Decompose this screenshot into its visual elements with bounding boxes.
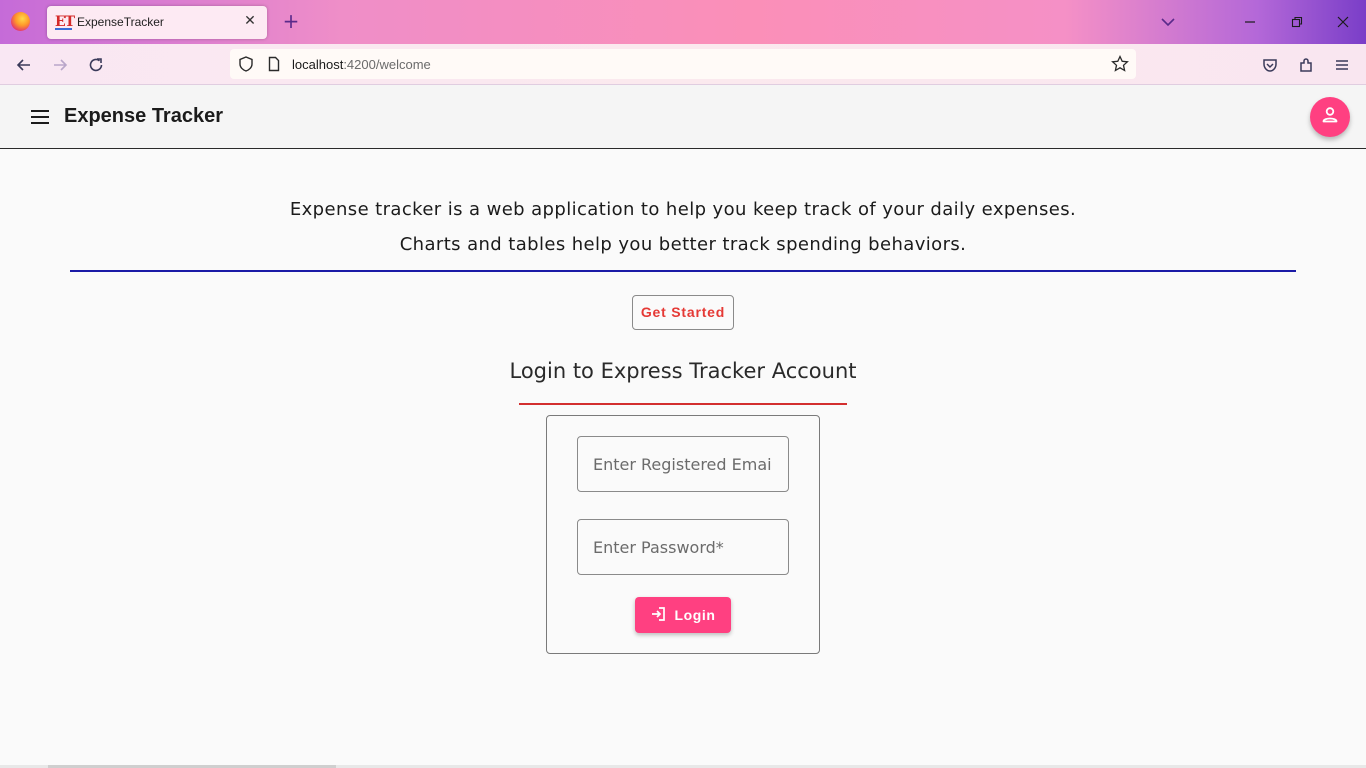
intro-text: Expense tracker is a web application to … xyxy=(0,196,1366,266)
email-field[interactable] xyxy=(577,436,789,492)
divider-blue xyxy=(70,270,1296,272)
person-icon xyxy=(1320,105,1340,129)
page-icon[interactable] xyxy=(264,54,284,78)
close-icon[interactable] xyxy=(1333,12,1353,32)
login-label: Login xyxy=(674,607,716,623)
firefox-icon[interactable] xyxy=(11,12,30,31)
url-text[interactable]: localhost:4200/welcome xyxy=(292,57,431,72)
tab-title: ExpenseTracker xyxy=(77,15,164,29)
pocket-icon[interactable] xyxy=(1258,53,1282,77)
get-started-button[interactable]: Get Started xyxy=(632,295,734,330)
app-title: Expense Tracker xyxy=(64,105,223,127)
email-input[interactable] xyxy=(578,437,788,491)
url-host: localhost xyxy=(292,57,344,72)
browser-nav-bar: localhost:4200/welcome xyxy=(0,44,1366,85)
intro-line-2: Charts and tables help you better track … xyxy=(399,234,967,255)
divider-red xyxy=(519,403,847,405)
star-icon[interactable] xyxy=(1110,54,1130,78)
password-field[interactable] xyxy=(577,519,789,575)
browser-tab[interactable]: ET ExpenseTracker ✕ xyxy=(47,6,267,39)
account-button[interactable] xyxy=(1310,97,1350,137)
menu-icon[interactable] xyxy=(1330,53,1354,77)
url-path: :4200/welcome xyxy=(343,57,431,72)
password-input[interactable] xyxy=(578,520,788,574)
hamburger-menu-icon[interactable] xyxy=(28,105,52,129)
minimize-icon[interactable] xyxy=(1240,12,1260,32)
tab-favicon: ET xyxy=(55,14,75,30)
close-tab-icon[interactable]: ✕ xyxy=(241,12,259,30)
shield-icon[interactable] xyxy=(236,54,256,78)
list-all-tabs-icon[interactable] xyxy=(1158,12,1178,32)
restore-icon[interactable] xyxy=(1287,12,1307,32)
url-bar[interactable]: localhost:4200/welcome xyxy=(230,49,1136,79)
back-icon[interactable] xyxy=(12,53,36,77)
extensions-icon[interactable] xyxy=(1294,53,1318,77)
browser-tab-bar: ET ExpenseTracker ✕ + xyxy=(0,0,1366,44)
login-icon xyxy=(650,606,666,625)
new-tab-button[interactable]: + xyxy=(280,10,302,32)
reload-icon[interactable] xyxy=(84,53,108,77)
intro-line-1: Expense tracker is a web application to … xyxy=(289,199,1077,220)
login-button[interactable]: Login xyxy=(635,597,731,633)
login-heading: Login to Express Tracker Account xyxy=(509,359,857,383)
forward-icon[interactable] xyxy=(48,53,72,77)
login-form: Login xyxy=(546,415,820,654)
app-toolbar: Expense Tracker xyxy=(0,85,1366,149)
